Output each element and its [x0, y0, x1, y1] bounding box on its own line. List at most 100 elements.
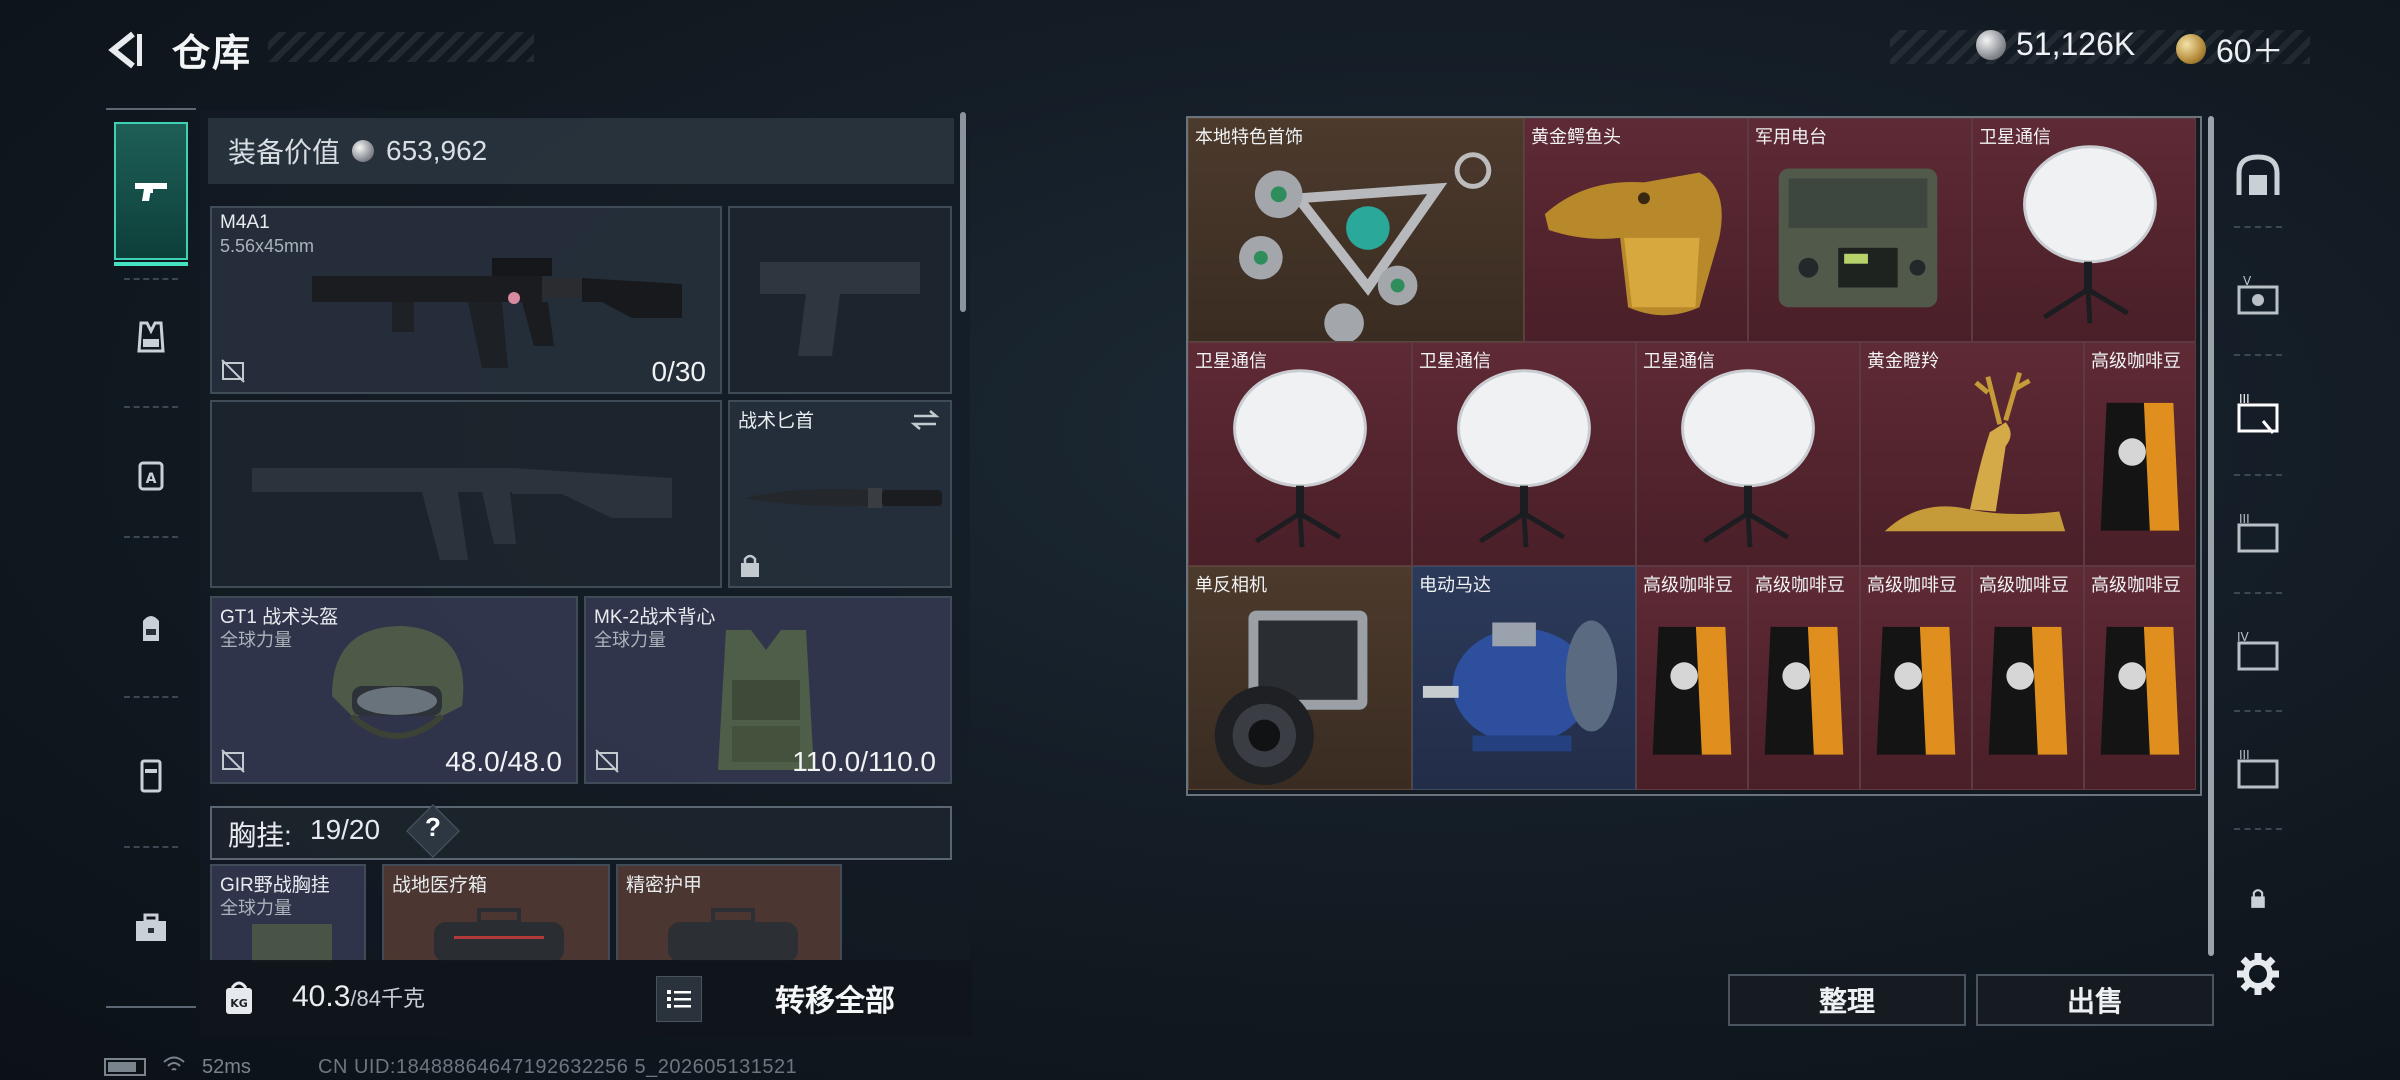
silver-coin-icon — [352, 140, 375, 162]
svg-text:V: V — [2243, 274, 2252, 288]
rifle-image — [312, 258, 682, 368]
knife-image — [744, 488, 942, 508]
page-title: 仓库 — [172, 33, 253, 75]
helmet-brand: 全球力量 — [220, 630, 292, 650]
secondary-weapon-slot-empty[interactable] — [210, 400, 722, 588]
sidearm-slot-empty[interactable] — [728, 206, 952, 394]
equipment-value-bar: 装备价值 653,962 — [208, 118, 954, 184]
item-name: 单反相机 — [1195, 575, 1267, 595]
safe-icon — [2236, 154, 2280, 195]
rig-chest-name: GIR野战胸挂 — [220, 875, 330, 896]
item-name: 卫星通信 — [1643, 351, 1715, 371]
title-decoration — [268, 32, 534, 62]
stash-item-electric-motor[interactable]: 电动马达 — [1412, 566, 1636, 790]
nav-divider — [2234, 354, 2282, 356]
stash-item-coffee-3[interactable]: 高级咖啡豆 — [1748, 566, 1860, 790]
medkit-image — [434, 908, 564, 962]
stash-item-coffee-6[interactable]: 高级咖啡豆 — [2084, 566, 2196, 790]
stash-item-coffee-4[interactable]: 高级咖啡豆 — [1860, 566, 1972, 790]
sell-button[interactable]: 出售 — [1976, 974, 2214, 1026]
item-name: 高级咖啡豆 — [1643, 575, 1733, 595]
stash-item-radio[interactable]: 军用电台 — [1748, 118, 1972, 342]
pistol-silhouette-icon — [760, 262, 920, 356]
item-name: 卫星通信 — [1419, 351, 1491, 371]
transfer-all-button[interactable]: 转移全部 — [712, 966, 958, 1030]
container-icon — [140, 759, 162, 793]
tab-case-iv[interactable]: IV — [2232, 628, 2284, 680]
vest-icon — [137, 321, 165, 353]
sidebar-item-armor[interactable] — [114, 300, 188, 374]
stash-tab-sidebar: V III III IV III — [2218, 112, 2290, 1032]
tab-case-ii[interactable]: III — [2232, 510, 2284, 562]
tab-safe[interactable] — [2232, 150, 2284, 202]
sidebar-item-toolbox[interactable] — [114, 890, 188, 964]
armor-plate-image — [668, 908, 798, 962]
sidebar-item-container[interactable] — [114, 738, 188, 812]
settings-button[interactable] — [2232, 948, 2284, 1000]
armor-brand: 全球力量 — [594, 630, 666, 650]
chest-rig-image — [252, 924, 332, 962]
rig-slot-medkit[interactable]: 战地医疗箱 — [382, 864, 610, 962]
gold-crocodile-head-image — [1544, 172, 1722, 316]
primary-weapon-name: M4A1 — [220, 212, 270, 233]
svg-text:III: III — [2239, 392, 2250, 406]
stash-item-jewelry[interactable]: 本地特色首饰 — [1188, 118, 1524, 342]
stash-scrollbar[interactable] — [2208, 116, 2214, 956]
rig-slot-armor-plate[interactable]: 精密护甲 — [616, 864, 842, 962]
tab-case-ii-b[interactable]: III — [2232, 746, 2284, 798]
stash-item-satcom-1[interactable]: 卫星通信 — [1972, 118, 2196, 342]
equipment-scrollbar[interactable] — [960, 112, 966, 312]
camera-image — [1214, 610, 1368, 786]
rig-medkit-name: 战地医疗箱 — [392, 875, 488, 896]
armor-name: MK-2战术背心 — [594, 607, 716, 628]
wifi-icon — [162, 1054, 186, 1080]
stash-item-coffee-5[interactable]: 高级咖啡豆 — [1972, 566, 2084, 790]
swap-icon[interactable] — [910, 408, 940, 432]
tab-case-iii-active[interactable]: III — [2232, 390, 2284, 442]
item-name: 高级咖啡豆 — [1755, 575, 1845, 595]
armor-slot[interactable]: MK-2战术背心 全球力量 110.0/110.0 — [584, 596, 952, 784]
lock-icon — [2251, 889, 2265, 908]
stash-item-gold-gazelle[interactable]: 黄金瞪羚 — [1860, 342, 2084, 566]
melee-slot[interactable]: 战术匕首 — [728, 400, 952, 588]
sidebar-item-backpack-a[interactable]: A — [114, 438, 188, 512]
helmet-slot[interactable]: GT1 战术头盔 全球力量 48.0/48.0 — [210, 596, 578, 784]
satellite-dish-image — [2023, 145, 2157, 324]
list-view-button[interactable] — [656, 976, 702, 1022]
ping-value: 52ms — [202, 1055, 251, 1078]
stash-item-gold-croc[interactable]: 黄金鳄鱼头 — [1524, 118, 1748, 342]
stash-grid: 本地特色首饰 黄金鳄鱼头 军用电台 卫星通信 卫星通信 卫星通信 卫星通信 黄金… — [1186, 116, 2202, 796]
no-insurance-icon — [221, 749, 245, 773]
sort-button[interactable]: 整理 — [1728, 974, 1966, 1026]
sidebar-item-backpack[interactable] — [114, 590, 188, 664]
tab-locked[interactable] — [2232, 872, 2284, 924]
item-name: 本地特色首饰 — [1195, 127, 1303, 147]
satellite-dish-image — [1457, 369, 1591, 548]
silver-currency[interactable]: 51,126K — [1976, 26, 2135, 63]
equipment-value-label: 装备价值 — [228, 137, 341, 168]
rig-slot-chest[interactable]: GIR野战胸挂 全球力量 — [210, 864, 366, 962]
gold-currency[interactable]: 60＋ — [2176, 26, 2284, 72]
gold-coin-icon — [2176, 34, 2206, 64]
stash-item-satcom-2[interactable]: 卫星通信 — [1188, 342, 1412, 566]
back-button[interactable] — [100, 22, 150, 78]
sidebar-item-weapons[interactable] — [114, 122, 188, 266]
primary-weapon-caliber: 5.56x45mm — [220, 236, 315, 256]
no-insurance-icon — [221, 359, 245, 383]
stash-item-satcom-4[interactable]: 卫星通信 — [1636, 342, 1860, 566]
coffee-bag-image — [2100, 402, 2180, 531]
stash-item-satcom-3[interactable]: 卫星通信 — [1412, 342, 1636, 566]
gold-gazelle-image — [1884, 372, 2066, 532]
battery-icon — [104, 1058, 146, 1076]
stash-item-coffee-1[interactable]: 高级咖啡豆 — [2084, 342, 2196, 566]
nav-divider — [124, 696, 178, 698]
item-name: 黄金瞪羚 — [1867, 351, 1939, 371]
military-radio-image — [1778, 168, 1938, 308]
tab-case-v[interactable]: V — [2232, 272, 2284, 324]
coffee-bag-image — [1876, 626, 1956, 755]
item-name: 电动马达 — [1419, 575, 1491, 595]
carry-weight-max: /84千克 — [350, 986, 425, 1011]
stash-item-coffee-2[interactable]: 高级咖啡豆 — [1636, 566, 1748, 790]
stash-item-dslr-camera[interactable]: 单反相机 — [1188, 566, 1412, 790]
primary-weapon-slot[interactable]: M4A1 5.56x45mm 0/30 — [210, 206, 722, 394]
